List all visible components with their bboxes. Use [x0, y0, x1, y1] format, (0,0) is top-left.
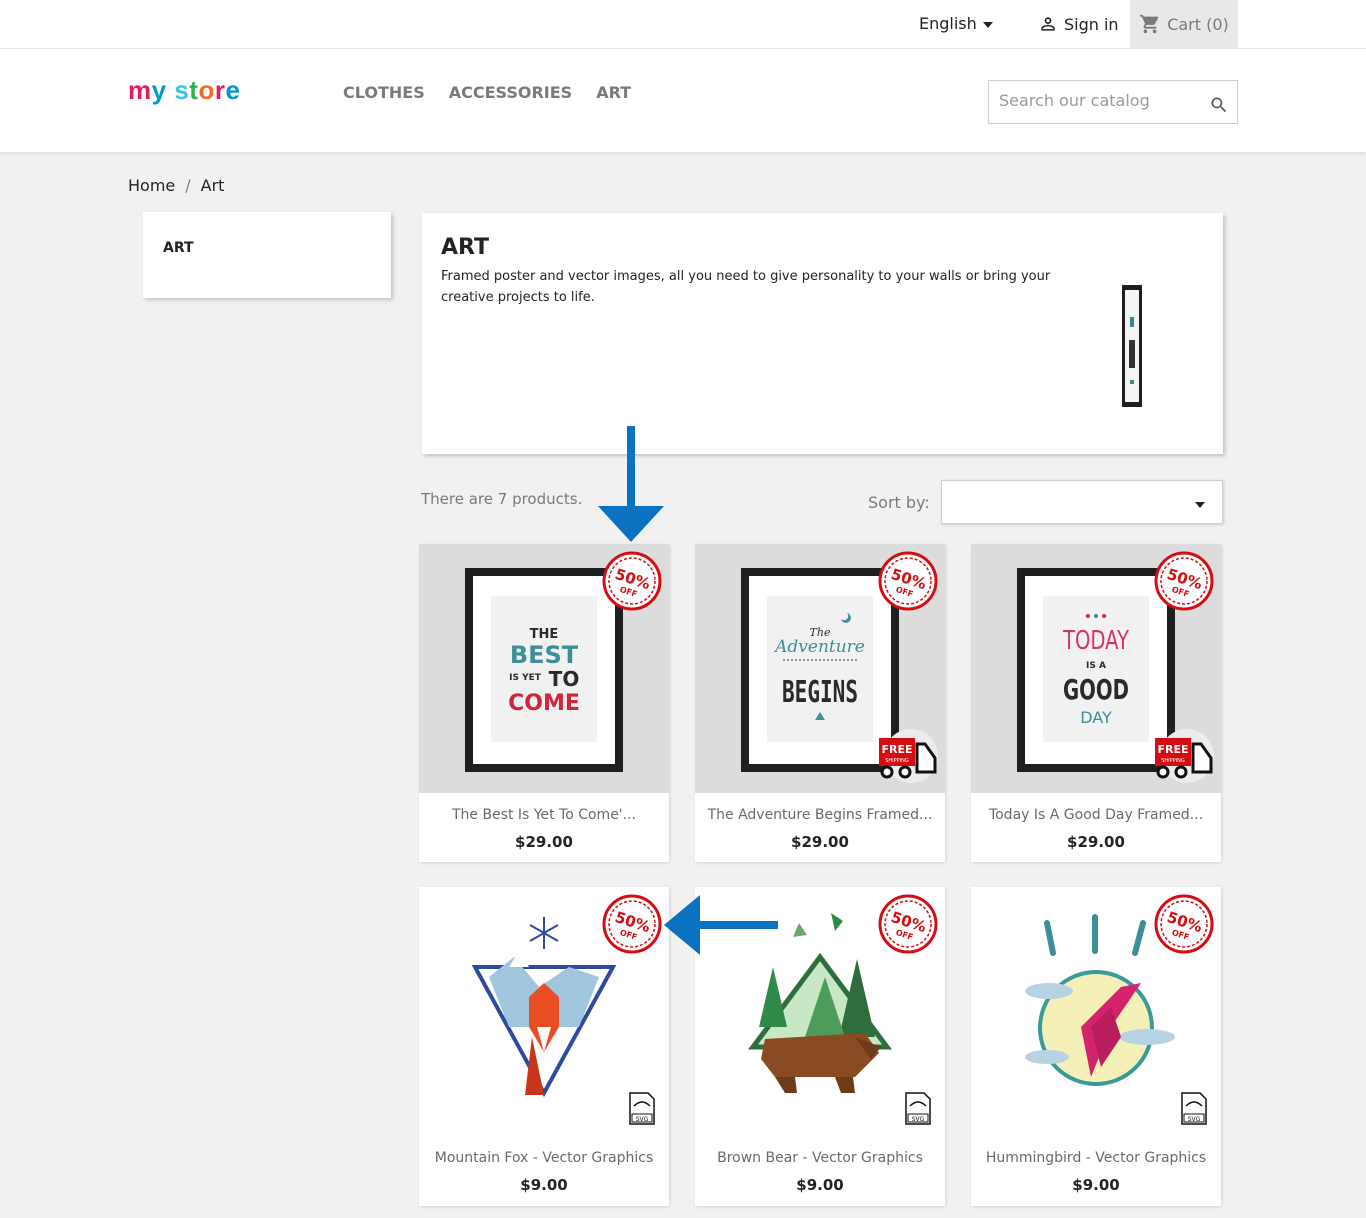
top-nav-bar: English Sign in Cart (0): [0, 0, 1366, 49]
svg-label: SVG: [636, 1116, 649, 1123]
sort-select[interactable]: [941, 480, 1223, 524]
main-menu: CLOTHES ACCESSORIES ART: [343, 83, 631, 102]
poster-text-the: THE: [530, 627, 559, 642]
logo-letter: s: [174, 75, 190, 105]
product-price: $9.00: [1072, 1176, 1120, 1194]
product-price: $29.00: [791, 833, 849, 851]
svg-label: SVG: [1188, 1116, 1201, 1123]
logo-letter: r: [214, 75, 226, 105]
poster-text-day: DAY: [1080, 708, 1112, 727]
product-thumbnail[interactable]: 50% OFF SVG: [419, 887, 669, 1136]
language-label: English: [919, 14, 977, 33]
search-widget: [988, 80, 1238, 124]
discount-badge: 50% OFF: [602, 894, 662, 954]
poster-text-to: TO: [549, 667, 580, 691]
sidebar-title[interactable]: ART: [163, 240, 194, 256]
poster-text-good: GOOD: [1063, 673, 1129, 706]
category-title: ART: [441, 235, 489, 260]
category-description: Framed poster and vector images, all you…: [441, 269, 1051, 305]
product-thumbnail[interactable]: 50% OFF SVG: [971, 887, 1221, 1136]
cart-icon: [1140, 14, 1159, 34]
menu-item-clothes[interactable]: CLOTHES: [343, 83, 425, 102]
logo-letter: t: [189, 75, 199, 105]
product-title[interactable]: The Adventure Begins Framed...: [695, 807, 945, 823]
breadcrumb-current[interactable]: Art: [201, 176, 225, 195]
shipping-label: SHIPPING: [1161, 758, 1185, 764]
poster-text-come: COME: [508, 691, 580, 716]
product-title[interactable]: Hummingbird - Vector Graphics: [971, 1150, 1221, 1166]
cart-button[interactable]: Cart (0): [1130, 0, 1238, 48]
category-cover-image: [1122, 285, 1142, 407]
store-logo[interactable]: my store: [128, 75, 240, 106]
site-header: my store CLOTHES ACCESSORIES ART: [0, 49, 1366, 152]
product-thumbnail[interactable]: THE BEST IS YET TO COME 50% OFF: [419, 544, 669, 793]
discount-badge: 50% OFF: [1154, 551, 1214, 611]
svg-file-icon: SVG: [905, 1092, 931, 1125]
discount-badge: 50% OFF: [1154, 894, 1214, 954]
logo-letter: [167, 75, 175, 106]
product-price: $29.00: [1067, 833, 1125, 851]
product-card[interactable]: THE BEST IS YET TO COME 50% OFF The Best…: [419, 544, 669, 862]
user-icon: [1041, 17, 1055, 31]
product-thumbnail[interactable]: The Adventure BEGINS 50% OFF FREE SHIPPI…: [695, 544, 945, 793]
sign-in-link[interactable]: Sign in: [1038, 14, 1119, 34]
logo-letter: y: [151, 75, 167, 105]
chevron-down-icon: [982, 21, 993, 28]
poster-text-begins: BEGINS: [782, 675, 858, 710]
product-title[interactable]: The Best Is Yet To Come'...: [419, 807, 669, 823]
shipping-label: SHIPPING: [885, 758, 909, 764]
language-selector[interactable]: English: [919, 14, 993, 33]
discount-badge: 50% OFF: [878, 894, 938, 954]
product-thumbnail[interactable]: TODAY IS A GOOD DAY 50% OFF FREE SHIPPIN…: [971, 544, 1221, 793]
svg-file-icon: SVG: [629, 1092, 655, 1125]
svg-file-icon: SVG: [1181, 1092, 1207, 1125]
breadcrumb: Home / Art: [128, 176, 224, 195]
poster-text-best: BEST: [510, 641, 579, 669]
product-card[interactable]: 50% OFF SVG Hummingbird - Vector Graphic…: [971, 887, 1221, 1206]
logo-letter: e: [225, 75, 241, 105]
product-price: $9.00: [796, 1176, 844, 1194]
breadcrumb-home[interactable]: Home: [128, 176, 175, 195]
category-sidebar: ART: [143, 212, 391, 298]
product-price: $29.00: [515, 833, 573, 851]
poster-text-is-a: IS A: [1086, 661, 1106, 671]
chevron-down-icon: [1195, 502, 1205, 508]
sort-label: Sort by:: [868, 493, 930, 512]
poster-text-adventure: Adventure: [773, 637, 865, 657]
down-arrow-icon: [598, 426, 664, 542]
product-count: There are 7 products.: [421, 490, 583, 508]
free-label: FREE: [1157, 743, 1188, 756]
logo-letter: o: [198, 75, 215, 105]
svg-label: SVG: [912, 1116, 925, 1123]
product-card[interactable]: TODAY IS A GOOD DAY 50% OFF FREE SHIPPIN…: [971, 544, 1221, 862]
product-price: $9.00: [520, 1176, 568, 1194]
sign-in-label: Sign in: [1064, 14, 1119, 34]
discount-badge: 50% OFF: [878, 551, 938, 611]
search-input[interactable]: [999, 91, 1199, 110]
poster-text-is-yet: IS YET: [509, 673, 542, 683]
menu-item-art[interactable]: ART: [596, 83, 631, 102]
product-card[interactable]: The Adventure BEGINS 50% OFF FREE SHIPPI…: [695, 544, 945, 862]
free-label: FREE: [881, 743, 912, 756]
poster-text-today: TODAY: [1062, 626, 1129, 656]
product-title[interactable]: Today Is A Good Day Framed...: [971, 807, 1221, 823]
category-header: ART Framed poster and vector images, all…: [422, 213, 1223, 454]
search-icon[interactable]: [1209, 95, 1229, 115]
product-title[interactable]: Mountain Fox - Vector Graphics: [419, 1150, 669, 1166]
menu-item-accessories[interactable]: ACCESSORIES: [449, 83, 572, 102]
logo-letter: m: [128, 75, 152, 105]
free-shipping-icon: FREE SHIPPING: [879, 729, 938, 783]
product-title[interactable]: Brown Bear - Vector Graphics: [695, 1150, 945, 1166]
free-shipping-icon: FREE SHIPPING: [1155, 729, 1214, 783]
discount-badge: 50% OFF: [602, 551, 662, 611]
product-card[interactable]: 50% OFF SVG Mountain Fox - Vector Graphi…: [419, 887, 669, 1206]
left-arrow-icon: [664, 895, 778, 955]
breadcrumb-separator: /: [185, 176, 191, 195]
cart-label: Cart (0): [1167, 14, 1229, 34]
